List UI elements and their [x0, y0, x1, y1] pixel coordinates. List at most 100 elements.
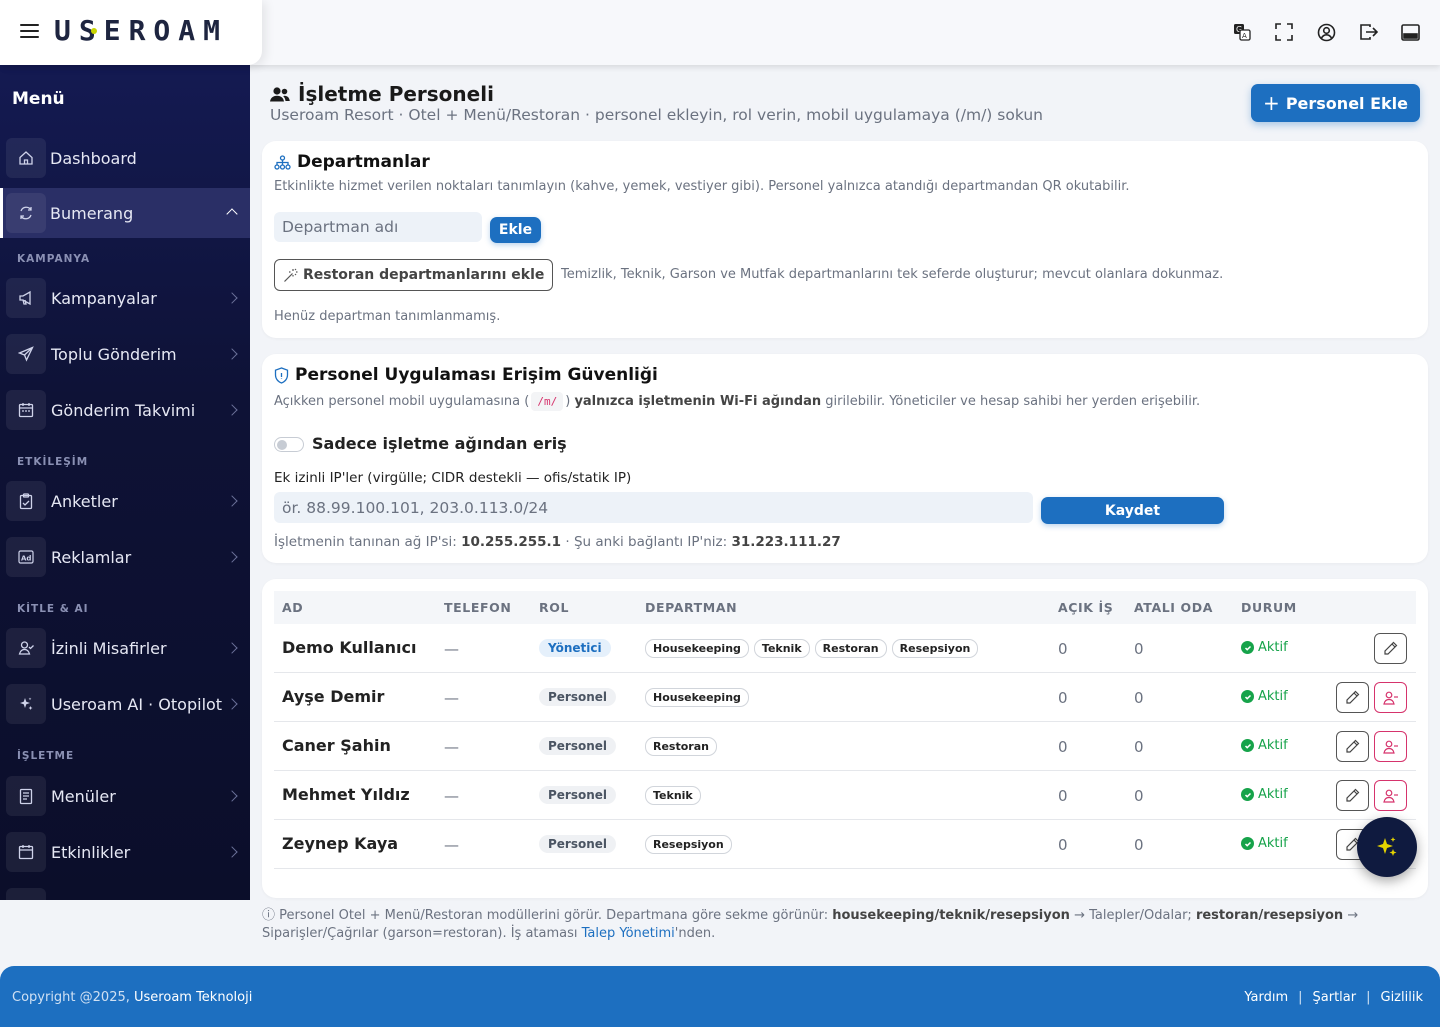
ip-info: İşletmenin tanınan ağ IP'si: 10.255.255.… [274, 534, 841, 550]
sidebar-item-toplu-gonderim[interactable]: Toplu Gönderim [0, 329, 250, 379]
remove-user-button[interactable] [1374, 780, 1407, 811]
role-badge: Yönetici [539, 639, 611, 657]
department-name-input[interactable]: Departman adı [274, 212, 482, 242]
request-management-link[interactable]: Talep Yönetimi [582, 926, 675, 941]
add-staff-button[interactable]: + Personel Ekle [1251, 84, 1420, 122]
department-badge: Resepsiyon [891, 639, 979, 658]
page-subtitle: Useroam Resort · Otel + Menü/Restoran · … [270, 106, 1043, 124]
copyright: Copyright @2025, Useroam Teknoloji [12, 990, 253, 1005]
sidebar-item-bumerang[interactable]: Bumerang [0, 188, 250, 238]
remove-user-button[interactable] [1374, 682, 1407, 713]
department-badges: Restoran [645, 737, 717, 756]
edit-button[interactable] [1336, 780, 1369, 811]
layout-panel-icon[interactable] [1400, 22, 1420, 42]
user-profile-icon[interactable] [1316, 22, 1336, 42]
sidebar-item-etkinlikler[interactable]: Etkinlikler [0, 827, 250, 877]
footer-link-help[interactable]: Yardım [1244, 990, 1288, 1005]
sidebar-item-label: Etkinlikler [51, 842, 131, 862]
department-badge: Teknik [753, 639, 810, 658]
departments-title: Departmanlar [274, 152, 430, 172]
pencil-icon [1346, 739, 1360, 753]
sidebar-item-gonderim-takvimi[interactable]: Gönderim Takvimi [0, 385, 250, 435]
chevron-right-icon [226, 551, 238, 563]
departments-card: Departmanlar Etkinlikte hizmet verilen n… [262, 141, 1428, 338]
save-ip-button[interactable]: Kaydet [1041, 497, 1224, 524]
magic-wand-icon [284, 268, 298, 282]
sidebar-item-label: Dashboard [50, 148, 137, 168]
chevron-right-icon [226, 642, 238, 654]
sidebar-title: Menü [12, 89, 65, 109]
sidebar-item-dashboard[interactable]: Dashboard [0, 133, 250, 183]
table-row: Mehmet Yıldız — Personel Teknik 0 0 Akti… [274, 771, 1416, 820]
event-calendar-icon [6, 832, 46, 872]
assigned-rooms: 0 [1134, 738, 1144, 756]
allowed-ip-input[interactable]: ör. 88.99.100.101, 203.0.113.0/24 [274, 492, 1033, 523]
preset-desc: Temizlik, Teknik, Garson ve Mutfak depar… [561, 267, 1224, 282]
column-header: DURUM [1241, 600, 1297, 615]
staff-phone: — [444, 787, 459, 805]
fullscreen-icon[interactable] [1274, 22, 1294, 42]
sidebar-item-label: Menüler [51, 786, 116, 806]
sidebar-item-reklamlar[interactable]: Ad Reklamlar [0, 532, 250, 582]
logo[interactable]: USEROAM [54, 14, 228, 47]
staff-name: Mehmet Yıldız [282, 785, 410, 804]
sidebar-item-partial[interactable] [0, 883, 250, 900]
staff-phone: — [444, 738, 459, 756]
assigned-rooms: 0 [1134, 836, 1144, 854]
hamburger-menu-icon[interactable] [20, 22, 39, 40]
ai-assistant-button[interactable] [1357, 817, 1417, 877]
footer-link-privacy[interactable]: Gizlilik [1381, 990, 1424, 1005]
security-card: Personel Uygulaması Erişim Güvenliği Açı… [262, 354, 1428, 563]
home-icon [6, 138, 46, 178]
edit-button[interactable] [1336, 682, 1369, 713]
chevron-right-icon [226, 348, 238, 360]
table-row: Ayşe Demir — Personel Housekeeping 0 0 A… [274, 673, 1416, 722]
edit-button[interactable] [1336, 731, 1369, 762]
network-only-label: Sadece işletme ağından eriş [312, 434, 567, 453]
add-restaurant-departments-button[interactable]: Restoran departmanlarını ekle [274, 259, 554, 291]
open-jobs: 0 [1058, 689, 1068, 707]
sidebar-item-menuler[interactable]: Menüler [0, 771, 250, 821]
check-circle-icon [1241, 788, 1254, 801]
network-only-toggle[interactable] [274, 437, 304, 452]
sidebar-item-useroam-ai[interactable]: Useroam AI · Otopilot [0, 679, 250, 729]
more-icon [6, 888, 46, 900]
translate-icon[interactable]: GA [1232, 22, 1252, 42]
clipboard-icon [6, 481, 46, 521]
sidebar-item-kampanyalar[interactable]: Kampanyalar [0, 273, 250, 323]
table-row: Zeynep Kaya — Personel Resepsiyon 0 0 Ak… [274, 820, 1416, 869]
staff-name: Demo Kullanıcı [282, 638, 417, 657]
status-badge: Aktif [1241, 836, 1288, 851]
sidebar-item-izinli-misafirler[interactable]: İzinli Misafirler [0, 623, 250, 673]
department-badge: Housekeeping [645, 639, 749, 658]
add-department-button[interactable]: Ekle [490, 217, 541, 243]
top-actions: GA [1232, 22, 1420, 42]
logout-icon[interactable] [1358, 22, 1378, 42]
shield-icon [274, 366, 289, 384]
open-jobs: 0 [1058, 738, 1068, 756]
department-badge: Restoran [814, 639, 887, 658]
departments-empty-text: Henüz departman tanımlanmamış. [274, 309, 501, 324]
current-ip: 31.223.111.27 [731, 534, 841, 550]
column-header: ROL [539, 600, 570, 615]
assigned-rooms: 0 [1134, 689, 1144, 707]
pencil-icon [1346, 788, 1360, 802]
staff-name: Caner Şahin [282, 736, 391, 755]
column-header: ATALI ODA [1134, 600, 1213, 615]
column-header: AD [282, 600, 304, 615]
edit-button[interactable] [1374, 633, 1407, 664]
main-content: İşletme Personeli Useroam Resort · Otel … [250, 65, 1440, 965]
footer-links: Yardım | Şartlar | Gizlilik [1244, 990, 1423, 1005]
column-header: DEPARTMAN [645, 600, 738, 615]
menu-book-icon [6, 776, 46, 816]
sidebar-item-anketler[interactable]: Anketler [0, 476, 250, 526]
company-link[interactable]: Useroam Teknoloji [134, 990, 252, 1005]
chevron-right-icon [226, 790, 238, 802]
remove-user-button[interactable] [1374, 731, 1407, 762]
mobile-path-code: /m/ [531, 392, 564, 411]
status-badge: Aktif [1241, 689, 1288, 704]
open-jobs: 0 [1058, 836, 1068, 854]
footer-link-terms[interactable]: Şartlar [1313, 990, 1357, 1005]
chevron-up-icon [226, 208, 238, 220]
department-badge: Resepsiyon [645, 835, 732, 854]
